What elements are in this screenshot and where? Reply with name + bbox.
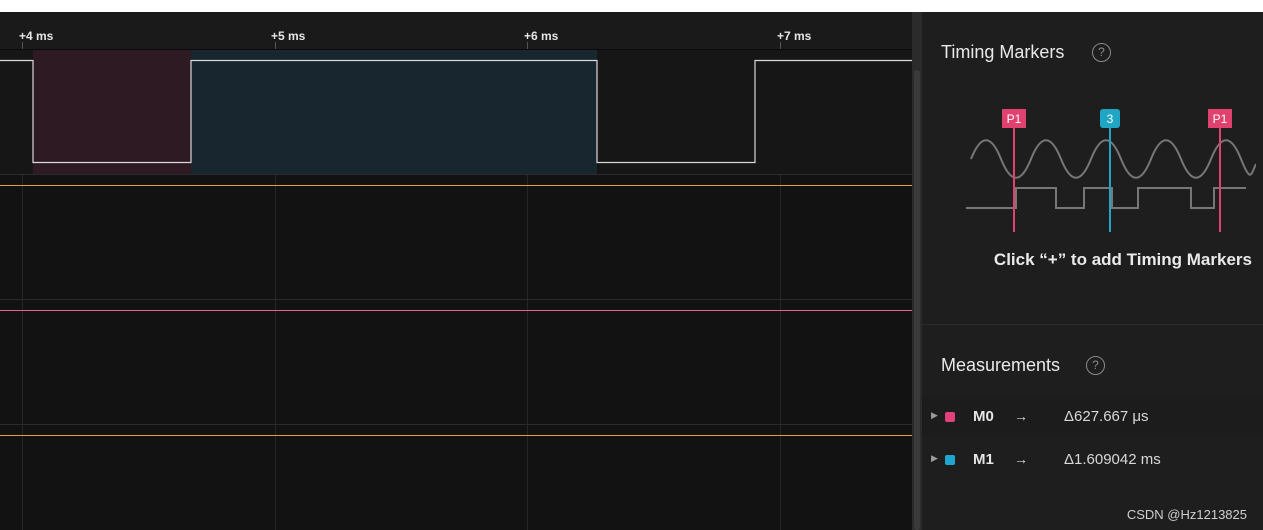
measurement-row-m0[interactable]: ▶ M0 → Δ627.667 μs xyxy=(922,397,1263,437)
marker-flag-label: P1 xyxy=(1007,112,1022,126)
channel-3[interactable] xyxy=(0,425,912,530)
scrollbar-thumb[interactable] xyxy=(914,70,920,530)
tick-mark xyxy=(780,42,781,49)
marker-flag-label: 3 xyxy=(1107,112,1114,126)
side-panel: Timing Markers ? P1 3 P1 Click “+” to ad… xyxy=(922,12,1263,530)
measurement-name: M0 xyxy=(973,408,994,425)
tick-mark xyxy=(527,42,528,49)
timing-markers-title: Timing Markers xyxy=(941,42,1065,62)
tick-label: +4 ms xyxy=(19,29,54,43)
channel-2[interactable] xyxy=(0,300,912,424)
waveform-view[interactable]: +4 ms +5 ms +6 ms +7 ms xyxy=(0,12,912,530)
measurement-value: Δ627.667 μs xyxy=(1064,408,1149,425)
measurement-row-m1[interactable]: ▶ M1 → Δ1.609042 ms xyxy=(922,440,1263,480)
timing-markers-illustration: P1 3 P1 xyxy=(966,109,1256,232)
color-swatch xyxy=(945,455,955,465)
expand-caret-icon[interactable]: ▶ xyxy=(931,410,938,421)
logic-analyzer-app: +4 ms +5 ms +6 ms +7 ms Timing Markers ?… xyxy=(0,12,1263,530)
time-ruler[interactable]: +4 ms +5 ms +6 ms +7 ms xyxy=(0,12,912,50)
measurement-value: Δ1.609042 ms xyxy=(1064,451,1161,468)
digital-wave-illustration xyxy=(966,187,1246,209)
digital-trace xyxy=(0,185,912,186)
vertical-scrollbar[interactable] xyxy=(912,12,922,530)
expand-caret-icon[interactable]: ▶ xyxy=(931,453,938,464)
m1-highlight xyxy=(191,50,597,174)
color-swatch xyxy=(945,412,955,422)
channel-1[interactable] xyxy=(0,175,912,299)
help-icon[interactable]: ? xyxy=(1086,356,1105,375)
tick-mark xyxy=(275,42,276,49)
marker-flag-label: P1 xyxy=(1213,112,1228,126)
tick-mark xyxy=(22,42,23,49)
tick-label: +6 ms xyxy=(524,29,559,43)
digital-trace xyxy=(0,310,912,311)
arrow-right-icon[interactable]: → xyxy=(1014,408,1028,424)
m0-highlight xyxy=(33,50,191,174)
arrow-right-icon[interactable]: → xyxy=(1014,451,1028,467)
digital-trace xyxy=(0,435,912,436)
channel-0[interactable] xyxy=(0,50,912,174)
tick-label: +5 ms xyxy=(271,29,306,43)
measurement-name: M1 xyxy=(973,451,994,468)
channel-0-waveform xyxy=(0,50,912,174)
tick-label: +7 ms xyxy=(777,29,812,43)
help-icon[interactable]: ? xyxy=(1092,43,1111,62)
measurements-title: Measurements xyxy=(941,355,1061,375)
watermark: CSDN @Hz1213825 xyxy=(1126,507,1247,522)
panel-divider xyxy=(922,324,1263,325)
add-timing-markers-hint: Click “+” to add Timing Markers xyxy=(993,250,1252,269)
